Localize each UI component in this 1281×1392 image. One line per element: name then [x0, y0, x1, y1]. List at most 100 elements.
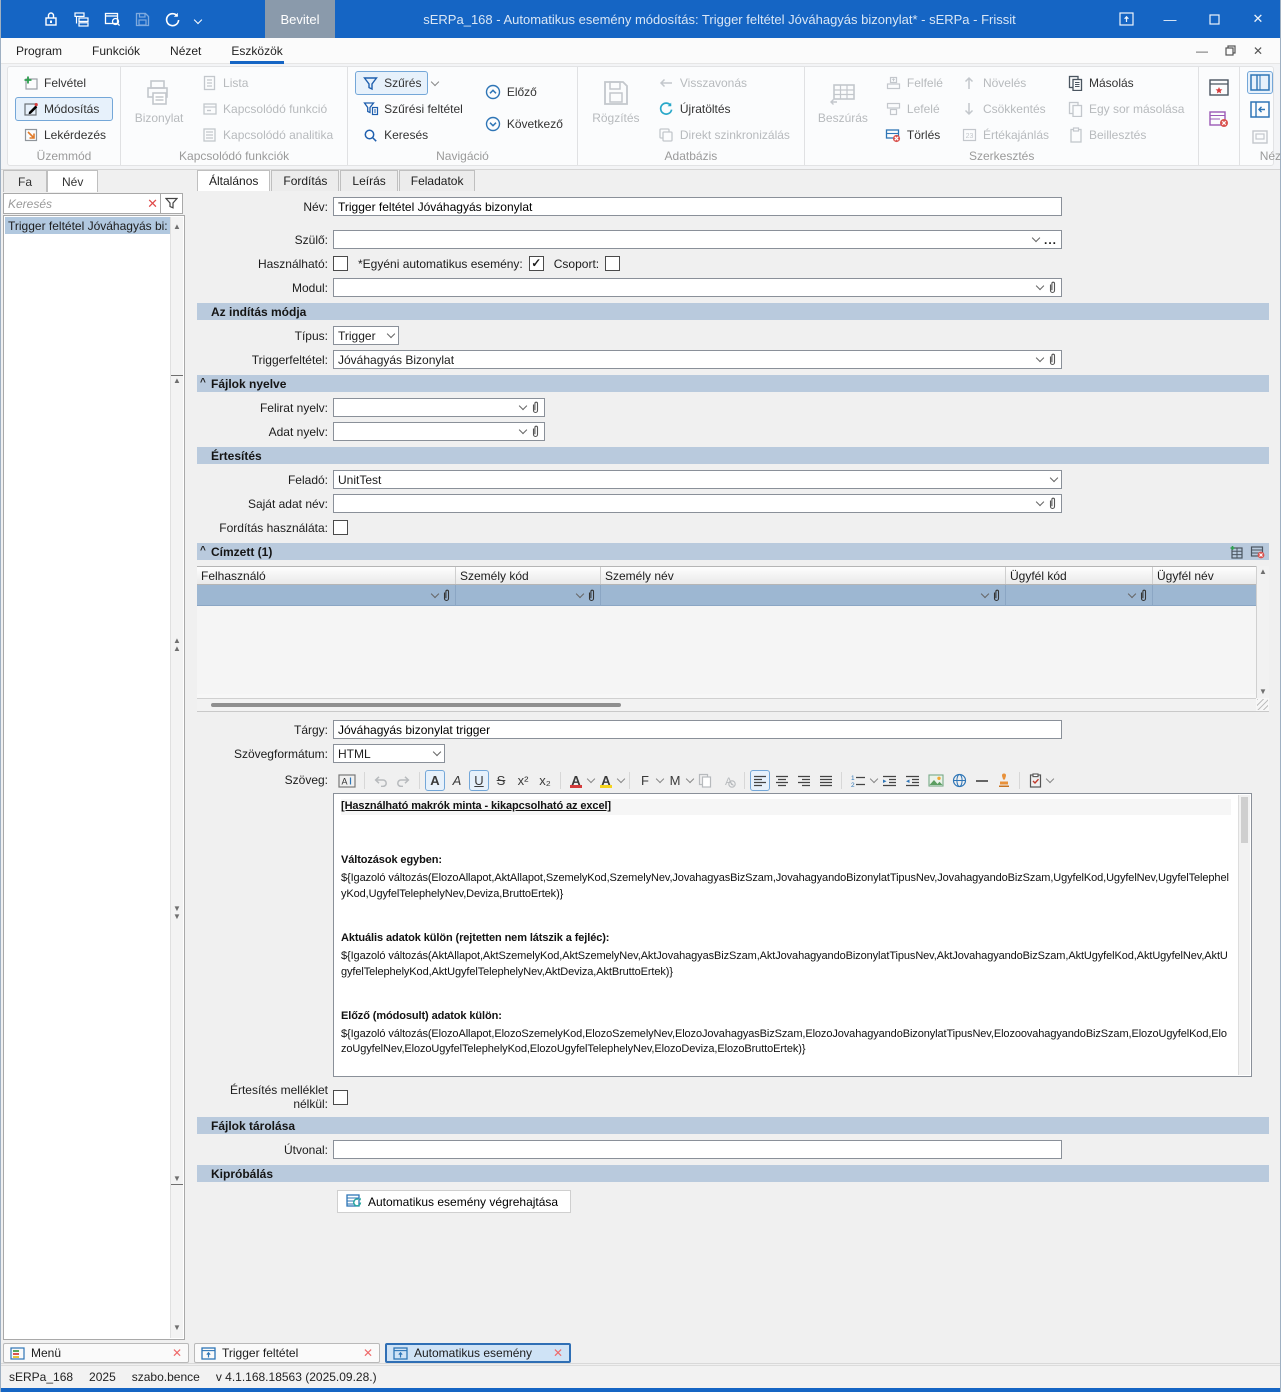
view-collapse-icon[interactable] — [1247, 98, 1273, 121]
bold-button[interactable]: A — [425, 770, 445, 791]
editor-textarea[interactable]: [Használható makrók minta - kikapcsolhat… — [333, 793, 1252, 1077]
ertesites-melleklet-checkbox[interactable] — [333, 1090, 348, 1105]
insert-image-icon[interactable] — [925, 770, 947, 791]
adat-nyelv-combo[interactable] — [333, 422, 545, 441]
felado-combo[interactable]: UnitTest — [333, 470, 1062, 489]
paperclip-icon[interactable] — [531, 425, 540, 438]
ertekajanlas-button[interactable]: 23 Értékajánlás — [954, 123, 1056, 147]
hscroll-thumb[interactable] — [211, 703, 621, 707]
paperclip-icon[interactable] — [531, 401, 540, 414]
lefele-button[interactable]: Lefelé — [878, 97, 950, 121]
close-tab-icon[interactable]: ✕ — [363, 1346, 373, 1360]
delete-row-icon[interactable] — [1250, 545, 1265, 559]
tab-forditas[interactable]: Fordítás — [271, 170, 339, 191]
indent-button[interactable] — [879, 770, 900, 791]
paperclip-icon[interactable] — [587, 589, 596, 602]
align-justify-button[interactable] — [816, 770, 836, 791]
close-button[interactable]: ✕ — [1236, 0, 1280, 38]
refresh-icon[interactable] — [164, 11, 181, 28]
menu-nezet[interactable]: Nézet — [155, 38, 216, 64]
font-size-dropdown-icon[interactable] — [686, 775, 694, 783]
clear-search-icon[interactable]: ✕ — [147, 197, 158, 210]
stamp-icon[interactable] — [994, 770, 1014, 791]
kovetkezo-button[interactable]: Következő — [478, 112, 570, 136]
align-center-button[interactable] — [772, 770, 792, 791]
paste-dropdown-icon[interactable] — [1046, 775, 1054, 783]
chevron-down-icon[interactable] — [1032, 234, 1040, 242]
sidebar-filter-icon[interactable] — [161, 193, 183, 214]
cell-szemely-kod[interactable] — [456, 585, 601, 605]
rogzites-button[interactable]: Rögzítés — [585, 71, 647, 149]
close-tab-icon[interactable]: ✕ — [553, 1346, 563, 1360]
cell-felhasznalo[interactable] — [197, 585, 456, 605]
lekerdezes-button[interactable]: Lekérdezés — [15, 123, 113, 147]
col-szemely-nev[interactable]: Személy név — [601, 567, 1006, 584]
chevron-down-icon[interactable] — [1036, 282, 1044, 290]
cell-ugyfel-kod[interactable] — [1006, 585, 1153, 605]
paste-special-icon[interactable] — [1025, 770, 1045, 791]
chevron-down-icon[interactable] — [431, 589, 439, 597]
underline-button[interactable]: U — [469, 770, 489, 791]
noveles-button[interactable]: Növelés — [954, 71, 1056, 95]
paperclip-icon[interactable] — [1139, 589, 1148, 602]
egyeni-checkbox[interactable] — [529, 256, 544, 271]
editor-scrollbar[interactable] — [1238, 795, 1250, 1075]
chevron-down-icon[interactable] — [981, 589, 989, 597]
mdi-restore-button[interactable] — [1218, 41, 1242, 61]
chevron-down-icon[interactable] — [387, 330, 395, 338]
doc-tab-auto-event[interactable]: Automatikus esemény ✕ — [385, 1343, 571, 1363]
felvetel-button[interactable]: Felvétel — [15, 71, 113, 95]
highlight-dropdown-icon[interactable] — [617, 775, 625, 783]
outdent-button[interactable] — [902, 770, 923, 791]
triggerfeltetel-combo[interactable]: Jóváhagyás Bizonylat — [333, 350, 1062, 369]
szovegformatum-combo[interactable]: HTML — [333, 744, 445, 763]
clear-format-icon[interactable]: A — [717, 770, 739, 791]
beillesztes-button[interactable]: Beillesztés — [1060, 123, 1191, 147]
sajat-adat-combo[interactable] — [333, 494, 1062, 513]
paperclip-icon[interactable] — [1048, 353, 1057, 366]
felfele-button[interactable]: Felfelé — [878, 71, 950, 95]
doc-tab-menu[interactable]: Menü ✕ — [3, 1343, 189, 1363]
highlight-color-button[interactable]: A — [596, 770, 616, 791]
felirat-nyelv-combo[interactable] — [333, 398, 545, 417]
resize-grip[interactable] — [1257, 699, 1268, 710]
grid-row-selected[interactable] — [197, 585, 1269, 606]
targy-field[interactable] — [333, 720, 1062, 739]
chevron-down-icon[interactable] — [433, 748, 441, 756]
run-auto-event-button[interactable]: Automatikus esemény végrehajtása — [337, 1190, 571, 1213]
section-cimzett[interactable]: ^ Címzett (1) — [197, 543, 1269, 560]
tab-altalanos[interactable]: Általános — [197, 170, 270, 191]
align-left-button[interactable] — [750, 770, 770, 791]
paperclip-icon[interactable] — [1048, 497, 1057, 510]
subscript-button[interactable]: x₂ — [535, 770, 555, 791]
lock-icon[interactable] — [43, 11, 59, 27]
collapse-caret-icon[interactable]: ^ — [200, 377, 206, 388]
italic-button[interactable]: A — [447, 770, 467, 791]
window-new-record-icon[interactable] — [1206, 75, 1232, 99]
forditas-hasznalata-checkbox[interactable] — [333, 520, 348, 535]
insert-row-icon[interactable] — [1229, 545, 1244, 559]
redo-icon[interactable] — [393, 770, 414, 791]
autotext-icon[interactable]: A — [335, 770, 359, 791]
chevron-down-icon[interactable] — [576, 589, 584, 597]
col-ugyfel-kod[interactable]: Ügyfél kód — [1006, 567, 1153, 584]
nev-field[interactable] — [333, 197, 1062, 216]
view-filter-up-icon[interactable] — [1277, 75, 1281, 99]
szulo-combo[interactable]: ... — [333, 230, 1062, 249]
view-filter-down-icon[interactable] — [1277, 113, 1281, 137]
close-tab-icon[interactable]: ✕ — [172, 1346, 182, 1360]
torles-button[interactable]: Törlés — [878, 123, 950, 147]
sidebar-tab-nev[interactable]: Név — [47, 170, 98, 192]
menu-funkciok[interactable]: Funkciók — [77, 38, 155, 64]
chevron-down-icon[interactable] — [1128, 589, 1136, 597]
scroll-top-marker-icon[interactable]: ▲ — [171, 375, 183, 385]
scroll-pagedown-marker-icon[interactable]: ▼▼ — [171, 905, 183, 921]
targy-input[interactable] — [338, 723, 1057, 737]
font-color-dropdown-icon[interactable] — [587, 775, 595, 783]
copy-format-icon[interactable] — [695, 770, 715, 791]
list-dropdown-icon[interactable] — [870, 775, 878, 783]
cell-szemely-nev[interactable] — [601, 585, 1006, 605]
elozo-button[interactable]: Előző — [478, 80, 570, 104]
font-family-button[interactable]: F — [635, 770, 655, 791]
horizontal-rule-button[interactable] — [972, 770, 992, 791]
